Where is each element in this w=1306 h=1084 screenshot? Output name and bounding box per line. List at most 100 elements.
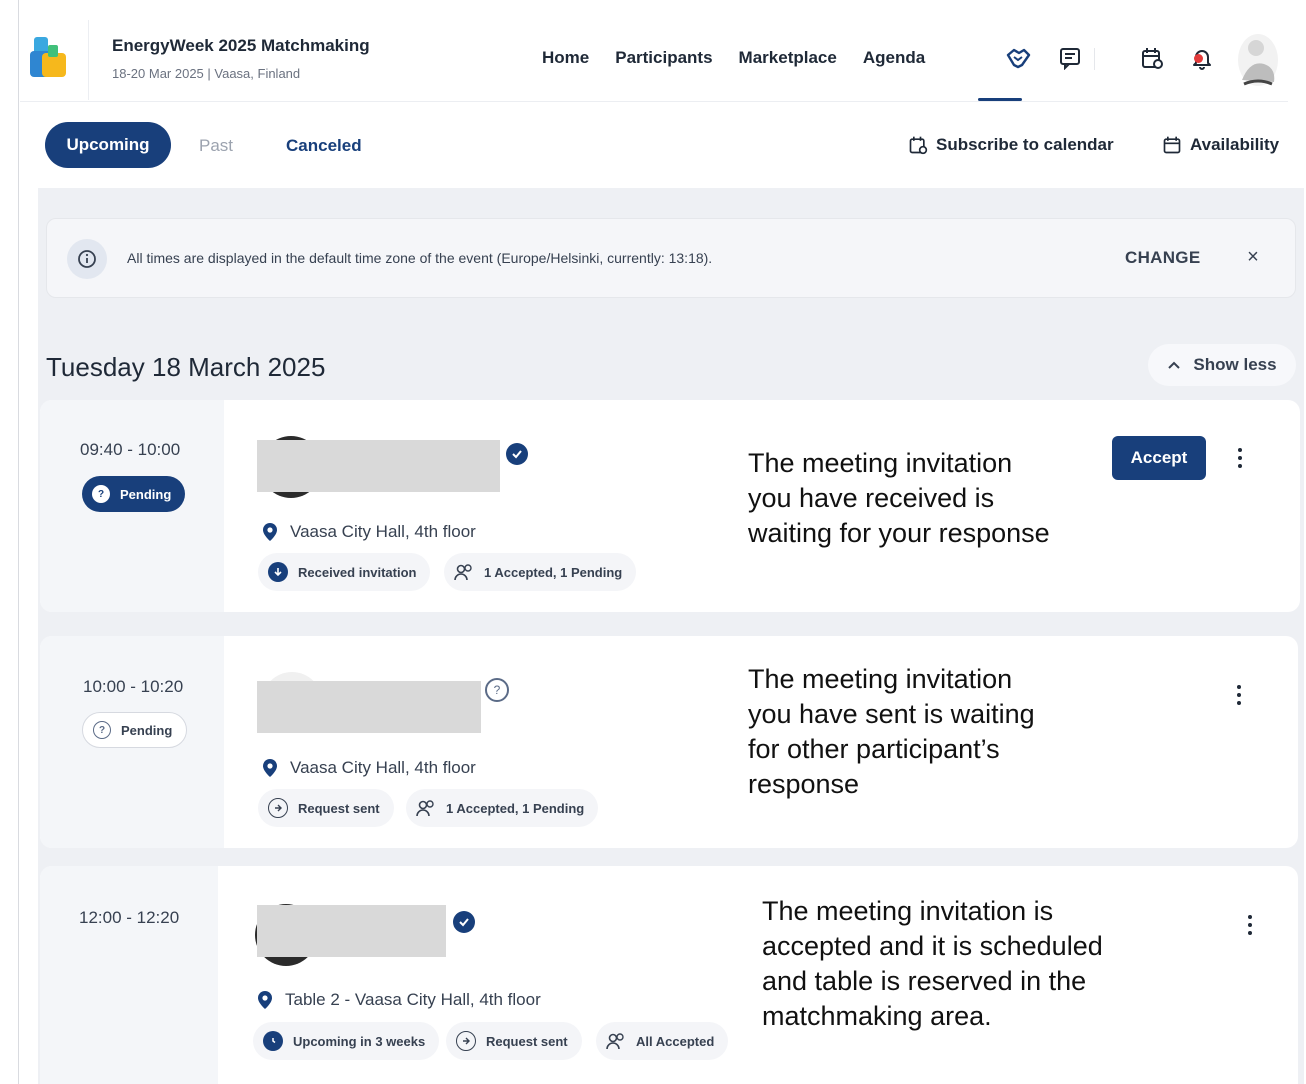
tab-upcoming[interactable]: Upcoming	[45, 122, 171, 168]
calendar-sync-icon[interactable]	[1138, 44, 1166, 72]
event-subtitle: 18-20 Mar 2025 | Vaasa, Finland	[112, 66, 301, 81]
tag-participants-count: All Accepted	[596, 1022, 729, 1060]
more-options-icon[interactable]	[1238, 910, 1262, 940]
event-title: EnergyWeek 2025 Matchmaking	[112, 36, 370, 55]
meeting-location: Vaasa City Hall, 4th floor	[262, 758, 476, 778]
location-pin-icon	[263, 523, 277, 541]
annotation-note: The meeting invitation you have received…	[748, 446, 1050, 551]
event-logo[interactable]	[28, 35, 72, 83]
redacted-participant-name	[257, 905, 446, 957]
note-line: waiting for your response	[748, 518, 1050, 548]
tag-label: Upcoming in 3 weeks	[293, 1033, 426, 1049]
show-less-label: Show less	[1193, 355, 1277, 374]
meeting-card[interactable]	[40, 400, 1300, 612]
location-text: Table 2 - Vaasa City Hall, 4th floor	[285, 990, 541, 1009]
arrow-right-icon	[456, 1031, 476, 1051]
note-line: The meeting invitation is	[762, 896, 1054, 926]
status-label: Pending	[121, 722, 173, 738]
redacted-participant-name	[257, 681, 481, 733]
tag-label: Received invitation	[298, 564, 417, 580]
tag-label: 1 Accepted, 1 Pending	[446, 800, 585, 816]
meeting-location: Vaasa City Hall, 4th floor	[262, 522, 476, 542]
nav-agenda[interactable]: Agenda	[863, 48, 925, 68]
show-less-button[interactable]: Show less	[1148, 344, 1296, 386]
tag-label: Request sent	[298, 800, 380, 816]
nav-active-indicator	[978, 98, 1022, 101]
meeting-time: 12:00 - 12:20	[79, 908, 180, 927]
clock-icon: ?	[92, 485, 110, 503]
availability-label: Availability	[1190, 135, 1280, 154]
note-line: The meeting invitation	[748, 448, 1013, 478]
annotation-note: The meeting invitation you have sent is …	[748, 662, 1035, 802]
info-icon	[67, 239, 107, 279]
timezone-banner-text: All times are displayed in the default t…	[127, 250, 713, 266]
header-divider	[88, 20, 89, 100]
note-line: The meeting invitation	[748, 664, 1013, 694]
meeting-card[interactable]	[40, 636, 1298, 848]
meeting-location: Table 2 - Vaasa City Hall, 4th floor	[257, 990, 541, 1010]
note-line: and table is reserved in the	[762, 966, 1087, 996]
note-line: you have received is	[748, 483, 995, 513]
calendar-icon	[1163, 136, 1181, 154]
location-text: Vaasa City Hall, 4th floor	[290, 758, 476, 777]
tag-request-sent: Request sent	[446, 1022, 582, 1060]
verified-check-icon	[506, 443, 528, 465]
verified-check-icon	[453, 911, 475, 933]
tag-participants-count: 1 Accepted, 1 Pending	[444, 553, 637, 591]
nav-marketplace[interactable]: Marketplace	[739, 48, 837, 68]
meetings-handshake-icon[interactable]	[1004, 44, 1032, 72]
note-line: response	[748, 769, 860, 799]
tag-request-sent: Request sent	[258, 789, 394, 827]
close-icon[interactable]: ×	[1241, 245, 1265, 269]
day-heading: Tuesday 18 March 2025	[46, 352, 326, 382]
meeting-time: 10:00 - 10:20	[83, 677, 184, 696]
availability-button[interactable]: Availability	[1162, 135, 1279, 155]
chat-icon[interactable]	[1056, 44, 1084, 72]
note-line: for other participant’s	[748, 734, 1000, 764]
nav-home[interactable]: Home	[542, 48, 589, 68]
tag-received-invitation: Received invitation	[258, 553, 431, 591]
status-badge: ? Pending	[82, 712, 188, 748]
arrow-down-icon	[268, 562, 288, 582]
subscribe-label: Subscribe to calendar	[936, 135, 1114, 154]
main-nav: Home Participants Marketplace Agenda	[542, 48, 925, 68]
tab-canceled[interactable]: Canceled	[286, 136, 362, 156]
pending-verification-icon: ?	[485, 678, 509, 702]
notification-dot	[1194, 54, 1203, 63]
meeting-time-column	[40, 866, 218, 1084]
chevron-up-icon	[1168, 361, 1181, 369]
tab-past[interactable]: Past	[199, 136, 233, 156]
meeting-time: 09:40 - 10:00	[80, 440, 181, 459]
tag-upcoming: Upcoming in 3 weeks	[253, 1022, 440, 1060]
note-line: matchmaking area.	[762, 1001, 992, 1031]
people-icon	[454, 564, 472, 581]
tag-label: All Accepted	[636, 1033, 715, 1049]
clock-icon	[263, 1031, 283, 1051]
annotation-note: The meeting invitation is accepted and i…	[762, 894, 1103, 1034]
subscribe-calendar-button[interactable]: Subscribe to calendar	[908, 135, 1114, 155]
accept-button[interactable]: Accept	[1112, 436, 1206, 480]
calendar-sync-icon	[909, 136, 928, 155]
tag-label: Request sent	[486, 1033, 568, 1049]
header-icon-divider	[1094, 48, 1095, 70]
top-header: EnergyWeek 2025 Matchmaking 18-20 Mar 20…	[20, 10, 1288, 102]
nav-participants[interactable]: Participants	[615, 48, 712, 68]
location-text: Vaasa City Hall, 4th floor	[290, 522, 476, 541]
note-line: you have sent is waiting	[748, 699, 1035, 729]
tag-participants-count: 1 Accepted, 1 Pending	[406, 789, 599, 827]
location-pin-icon	[258, 991, 272, 1009]
note-line: accepted and it is scheduled	[762, 931, 1103, 961]
more-options-icon[interactable]	[1227, 680, 1251, 710]
user-avatar[interactable]	[1234, 30, 1282, 88]
timezone-banner: All times are displayed in the default t…	[46, 218, 1296, 298]
location-pin-icon	[263, 759, 277, 777]
people-icon	[606, 1033, 624, 1050]
arrow-right-icon	[268, 798, 288, 818]
change-timezone-button[interactable]: CHANGE	[1125, 248, 1200, 268]
more-options-icon[interactable]	[1228, 443, 1252, 473]
clock-icon: ?	[93, 721, 111, 739]
people-icon	[416, 800, 434, 817]
redacted-participant-name	[257, 440, 500, 492]
status-badge: ? Pending	[82, 476, 186, 512]
tag-label: 1 Accepted, 1 Pending	[484, 564, 623, 580]
